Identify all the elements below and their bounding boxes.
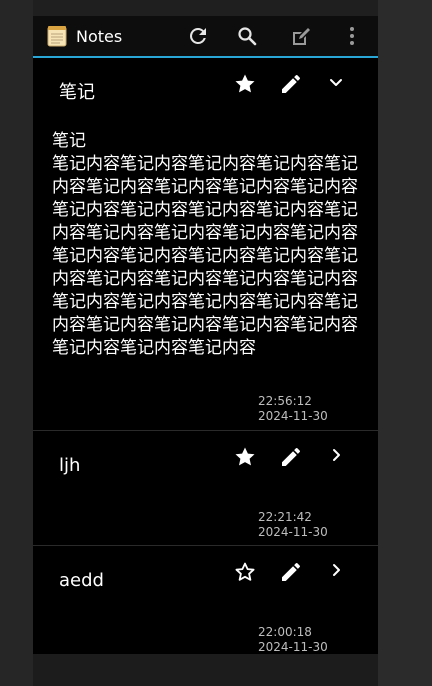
note-item[interactable]: aedd 22:00:18 2024-11-30 [33,546,378,654]
note-date: 2024-11-30 [258,640,328,654]
right-margin [378,0,432,686]
note-time: 22:21:42 [258,510,312,524]
note-time: 22:56:12 [258,394,312,408]
note-body: 笔记 笔记内容笔记内容笔记内容笔记内容笔记内容笔记内容笔记内容笔记内容笔记内容笔… [52,131,358,358]
edit-pencil-icon[interactable] [279,560,303,584]
chevron-down-icon[interactable] [324,70,348,94]
left-margin [0,0,33,686]
more-vert-icon[interactable] [340,24,364,48]
star-filled-icon[interactable] [233,72,257,96]
note-item[interactable]: ljh 22:21:42 2024-11-30 [33,431,378,545]
note-date: 2024-11-30 [258,409,328,423]
notes-list: 笔记 笔记 笔记内容笔记内容笔记内容笔记内容笔记内容笔记内容笔记内容笔记内容笔记… [33,58,378,654]
new-note-icon[interactable] [289,24,313,48]
chevron-right-icon[interactable] [324,443,348,467]
note-date: 2024-11-30 [258,525,328,539]
app-window: Notes 笔记 笔记 笔记内容笔记内容笔记内容笔记内容笔记内容笔记内容笔记内容… [33,0,378,686]
note-item[interactable]: 笔记 笔记 笔记内容笔记内容笔记内容笔记内容笔记内容笔记内容笔记内容笔记内容笔记… [33,58,378,430]
note-time: 22:00:18 [258,625,312,639]
notes-app-icon [47,26,67,47]
star-filled-icon[interactable] [233,445,257,469]
status-bar [33,0,378,16]
chevron-right-icon[interactable] [324,558,348,582]
note-title: 笔记 [59,82,95,103]
bottom-bar [33,654,378,686]
search-icon[interactable] [235,24,259,48]
edit-pencil-icon[interactable] [279,445,303,469]
toolbar: Notes [33,16,378,56]
star-outline-icon[interactable] [233,560,257,584]
refresh-icon[interactable] [186,24,210,48]
note-title: ljh [59,455,81,476]
app-title: Notes [76,27,123,46]
note-title: aedd [59,570,104,591]
edit-pencil-icon[interactable] [279,72,303,96]
